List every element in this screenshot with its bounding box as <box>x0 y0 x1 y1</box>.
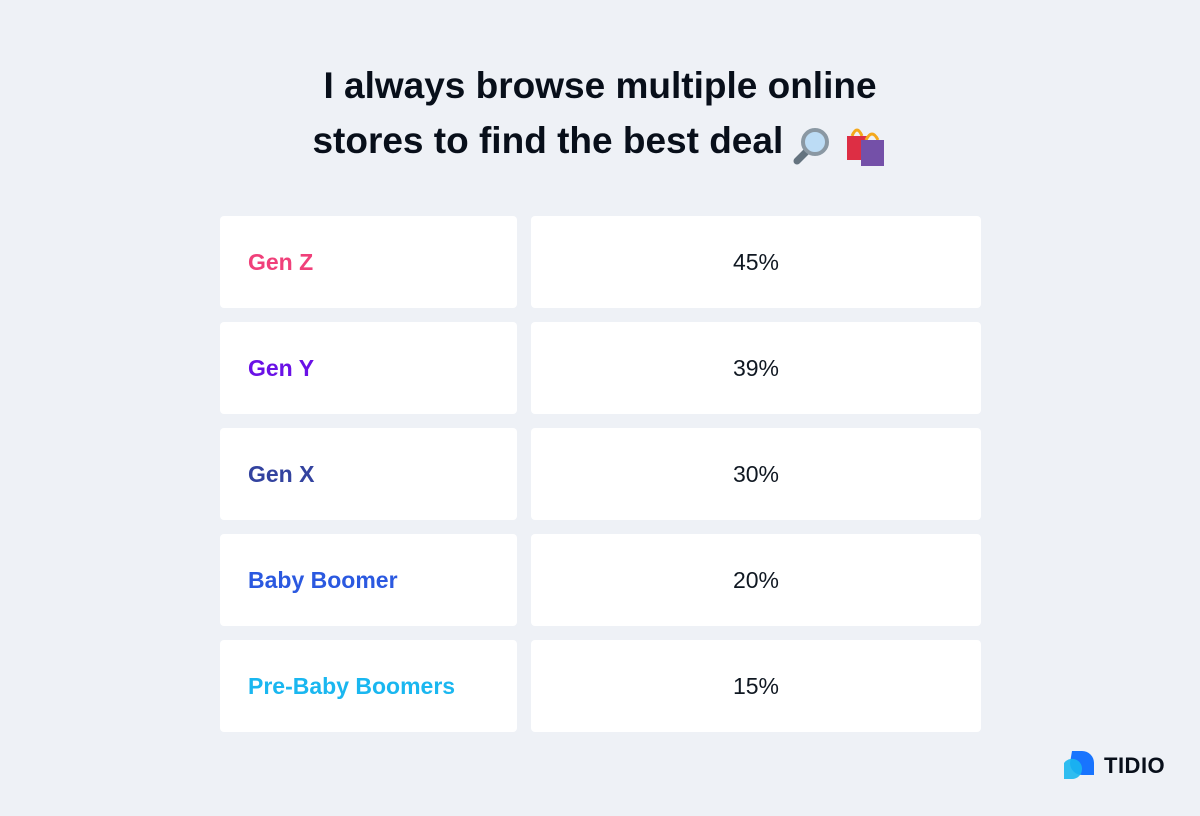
value-cell: 45% <box>531 216 981 308</box>
value-cell: 15% <box>531 640 981 732</box>
tidio-logo: TIDIO <box>1062 749 1165 783</box>
title-line-1: I always browse multiple online <box>323 65 877 106</box>
brand-name: TIDIO <box>1104 753 1166 778</box>
category-cell: Gen X <box>220 428 517 520</box>
value-label: 30% <box>732 461 780 487</box>
value-label: 15% <box>732 673 780 699</box>
category-cell: Pre-Baby Boomers <box>220 640 517 732</box>
magnifying-glass-icon <box>793 127 830 165</box>
category-label: Gen Y <box>248 355 315 381</box>
shopping-bags-icon <box>846 128 884 166</box>
category-cell: Gen Y <box>220 322 517 414</box>
value-cell: 39% <box>531 322 981 414</box>
tidio-logo-icon <box>1064 751 1094 779</box>
value-cell: 30% <box>531 428 981 520</box>
category-cell: Gen Z <box>220 216 517 308</box>
value-label: 39% <box>732 355 780 381</box>
category-cell: Baby Boomer <box>220 534 517 626</box>
category-label: Baby Boomer <box>248 567 398 593</box>
value-cell: 20% <box>531 534 981 626</box>
value-label: 45% <box>732 249 780 275</box>
chart-title: I always browse multiple online stores t… <box>0 58 1200 171</box>
category-label: Gen X <box>248 461 315 487</box>
title-line-2: stores to find the best deal <box>312 120 784 161</box>
value-label: 20% <box>732 567 780 593</box>
category-label: Gen Z <box>248 249 314 275</box>
category-label: Pre-Baby Boomers <box>248 673 456 699</box>
